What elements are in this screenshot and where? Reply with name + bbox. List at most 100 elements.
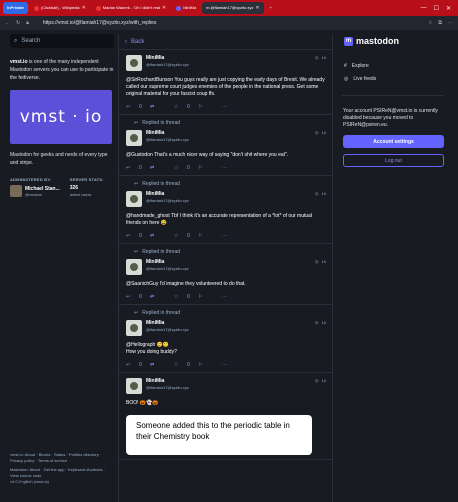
status-item[interactable]: ↩ Replied in thread MiniMia @flamiah17@sy… — [119, 176, 332, 244]
logout-button[interactable]: Log out — [343, 154, 444, 167]
footer-mastodon-links[interactable]: Mastodon: About · Get the app · Keyboard… — [10, 467, 114, 479]
refresh-icon[interactable]: ↻ — [16, 20, 20, 26]
bookmark-button[interactable]: ⚐ — [198, 362, 222, 368]
server-name: vmst.io — [10, 59, 28, 65]
bookmark-button[interactable]: ⚐ — [198, 165, 222, 171]
avatar[interactable] — [126, 259, 142, 275]
server-hero-image: vmst · io — [10, 90, 112, 144]
fav-count: 0 — [187, 165, 190, 171]
more-icon: ⋯ — [222, 233, 227, 239]
boost-button[interactable]: ⇄ — [150, 294, 174, 300]
display-name[interactable]: MiniMia — [146, 320, 189, 326]
bookmark-icon: ⚐ — [198, 165, 203, 171]
favourite-button[interactable]: ☆ 0 — [174, 165, 198, 171]
avatar[interactable] — [126, 130, 142, 146]
more-button[interactable]: ⋯ — [222, 165, 246, 171]
avatar[interactable] — [126, 55, 142, 71]
close-tab-icon[interactable]: ✕ — [82, 2, 86, 14]
maximize-icon[interactable]: ☐ — [434, 5, 439, 12]
status-item[interactable]: MiniMia @flamiah17@syzito.xyz ◎ 1h @SirRo… — [119, 50, 332, 115]
close-tab-icon[interactable]: ✕ — [162, 2, 166, 14]
favourite-button[interactable]: ☆ 0 — [174, 362, 198, 368]
star-icon[interactable]: ☆ — [428, 20, 432, 26]
back-nav-icon[interactable]: ← — [5, 20, 10, 26]
more-button[interactable]: ⋯ — [222, 362, 246, 368]
status-item[interactable]: ↩ Replied in thread MiniMia @flamiah17@sy… — [119, 115, 332, 176]
more-button[interactable]: ⋯ — [222, 233, 246, 239]
reply-button[interactable]: ↩ 0 — [126, 362, 150, 368]
star-icon: ☆ — [174, 104, 179, 110]
status-time[interactable]: ◎ 1h — [315, 55, 326, 60]
avatar[interactable] — [126, 378, 142, 394]
display-name[interactable]: MiniMia — [146, 130, 189, 136]
boost-button[interactable]: ⇄ — [150, 362, 174, 368]
reply-icon: ↩ — [134, 120, 139, 126]
footer-server-links[interactable]: vmst.io: About · Blocks · Status · Profi… — [10, 452, 114, 464]
more-button[interactable]: ⋯ — [222, 294, 246, 300]
status-time[interactable]: ◎ 1h — [315, 130, 326, 135]
browser-tab-3[interactable]: MiniMa — [172, 2, 200, 14]
search-input[interactable]: ⌕ Search — [10, 34, 114, 48]
display-name[interactable]: MiniMia — [146, 191, 189, 197]
back-button[interactable]: ‹ Back — [119, 34, 332, 50]
status-content: @Gustodon That's a much nicer way of say… — [126, 152, 289, 158]
nav-explore[interactable]: # Explore — [338, 56, 448, 69]
boost-button[interactable]: ⇄ — [150, 165, 174, 171]
bookmark-button[interactable]: ⚐ — [198, 104, 222, 110]
media-attachment[interactable]: Someone added this to the periodic table… — [126, 415, 312, 455]
browser-tab-active[interactable]: m.@flamiah17@syzito.xyz ✕ — [202, 2, 264, 14]
favourite-button[interactable]: ☆ 0 — [174, 104, 198, 110]
browser-tab-1[interactable]: (Clickbait) - Wikipedia ✕ — [30, 2, 90, 14]
more-button[interactable]: ⋯ — [222, 104, 246, 110]
new-tab-button[interactable]: + — [266, 2, 276, 14]
server-admin-info: ADMINISTERED BY: Michael Stan... @vmstan… — [10, 177, 114, 197]
avatar[interactable] — [10, 185, 22, 197]
replied-in-thread[interactable]: ↩ Replied in thread — [126, 249, 326, 255]
admin-name[interactable]: Michael Stan... — [25, 186, 60, 192]
avatar[interactable] — [126, 320, 142, 336]
reply-button[interactable]: ↩ 0 — [126, 104, 150, 110]
menu-icon[interactable]: ⋯ — [448, 20, 453, 26]
boost-button[interactable]: ⇄ — [150, 233, 174, 239]
status-time[interactable]: ◎ 1h — [315, 191, 326, 196]
replied-in-thread[interactable]: ↩ Replied in thread — [126, 310, 326, 316]
extensions-icon[interactable]: ⧉ — [438, 20, 442, 26]
tab-favicon-icon — [95, 5, 101, 11]
reply-button[interactable]: ↩ 0 — [126, 233, 150, 239]
reply-button[interactable]: ↩ 0 — [126, 294, 150, 300]
url-field[interactable]: https://vmst.io/@flamiah17@syzito.xyz/wi… — [43, 20, 157, 26]
active-users-count: 326 — [69, 185, 79, 191]
mastodon-logo[interactable]: m mastodon — [344, 36, 448, 46]
favourite-button[interactable]: ☆ 0 — [174, 233, 198, 239]
display-name[interactable]: MiniMia — [146, 55, 189, 61]
status-item[interactable]: MiniMia @flamiah17@syzito.xyz ◎ 1h BOO! 🎃… — [119, 373, 332, 460]
server-about: vmst.io is one of the many independent M… — [10, 58, 114, 82]
nav-label: Explore — [351, 63, 369, 69]
status-time[interactable]: ◎ 1h — [315, 378, 326, 383]
status-item[interactable]: ↩ Replied in thread MiniMia @flamiah17@sy… — [119, 305, 332, 373]
fav-count: 0 — [187, 294, 190, 300]
nav-live-feeds[interactable]: ◎ Live feeds — [338, 69, 448, 82]
minimize-icon[interactable]: — — [421, 5, 427, 12]
inprivate-badge[interactable]: InPrivate — [3, 2, 28, 14]
status-time[interactable]: ◎ 1h — [315, 320, 326, 325]
status-time[interactable]: ◎ 1h — [315, 259, 326, 264]
bookmark-button[interactable]: ⚐ — [198, 233, 222, 239]
bookmark-icon: ⚐ — [198, 294, 203, 300]
account-settings-button[interactable]: Account settings — [343, 135, 444, 148]
boost-button[interactable]: ⇄ — [150, 104, 174, 110]
avatar[interactable] — [126, 191, 142, 207]
display-name[interactable]: MiniMia — [146, 259, 189, 265]
replied-in-thread[interactable]: ↩ Replied in thread — [126, 120, 326, 126]
browser-tab-2[interactable]: Marian Waurek - 'Oh I didn't real ✕ — [92, 2, 170, 14]
close-window-icon[interactable]: ✕ — [446, 5, 451, 12]
display-name[interactable]: MiniMia — [146, 378, 189, 384]
replied-in-thread[interactable]: ↩ Replied in thread — [126, 181, 326, 187]
close-tab-icon[interactable]: ✕ — [255, 2, 259, 14]
favourite-button[interactable]: ☆ 0 — [174, 294, 198, 300]
bookmark-button[interactable]: ⚐ — [198, 294, 222, 300]
version-text: v4.0.2+glitch (vmst.io) — [10, 479, 50, 484]
reply-button[interactable]: ↩ 0 — [126, 165, 150, 171]
status-content: @Hellograph 😊🙂 How you doing buddy? — [126, 342, 177, 355]
status-item[interactable]: ↩ Replied in thread MiniMia @flamiah17@sy… — [119, 244, 332, 305]
